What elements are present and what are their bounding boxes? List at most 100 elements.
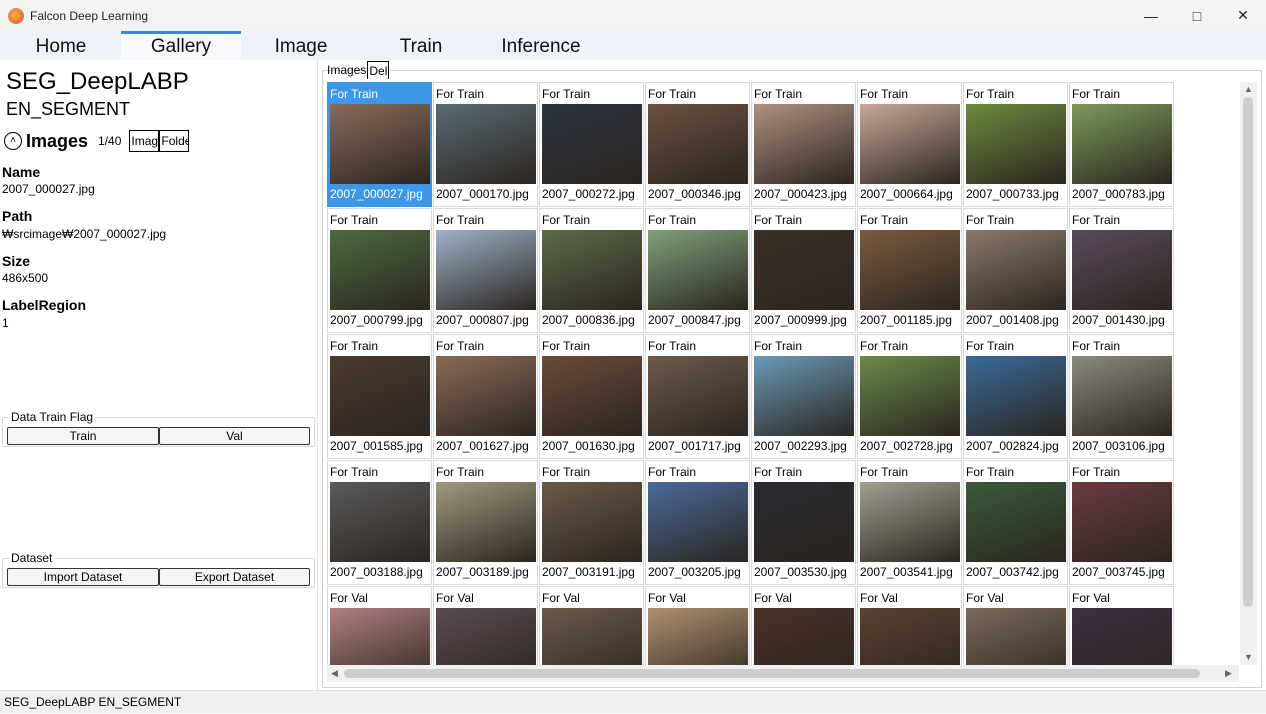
image-thumbnail[interactable] (754, 356, 854, 436)
gallery-item[interactable]: For Train 2007_003205.jpg (645, 460, 750, 585)
image-thumbnail[interactable] (754, 104, 854, 184)
tab-home[interactable]: Home (1, 31, 121, 60)
image-thumbnail[interactable] (754, 608, 854, 665)
image-thumbnail[interactable] (436, 482, 536, 562)
image-thumbnail[interactable] (648, 608, 748, 665)
image-thumbnail[interactable] (436, 104, 536, 184)
close-icon[interactable]: ✕ (1220, 0, 1266, 31)
gallery-item[interactable]: For Train 2007_000027.jpg (327, 82, 432, 207)
gallery-item[interactable]: For Train 2007_003745.jpg (1069, 460, 1174, 585)
image-thumbnail[interactable] (1072, 230, 1172, 310)
gallery-item[interactable]: For Train 2007_002293.jpg (751, 334, 856, 459)
scroll-left-icon[interactable]: ◀ (331, 668, 338, 679)
gallery-item[interactable]: For Train 2007_000272.jpg (539, 82, 644, 207)
image-thumbnail[interactable] (966, 104, 1066, 184)
gallery-item[interactable]: For Train 2007_001585.jpg (327, 334, 432, 459)
image-thumbnail[interactable] (966, 482, 1066, 562)
image-thumbnail[interactable] (330, 104, 430, 184)
minimize-icon[interactable]: — (1128, 0, 1174, 31)
gallery-item[interactable]: For Val (857, 586, 962, 665)
gallery-item[interactable]: For Train 2007_001627.jpg (433, 334, 538, 459)
gallery-item[interactable]: For Val (645, 586, 750, 665)
gallery-item[interactable]: For Val (963, 586, 1068, 665)
add-folder-button[interactable]: Folde (159, 130, 190, 152)
tab-images[interactable]: Images (326, 61, 367, 79)
image-thumbnail[interactable] (860, 356, 960, 436)
gallery-item[interactable]: For Train 2007_001408.jpg (963, 208, 1068, 333)
gallery-item[interactable]: For Train 2007_003541.jpg (857, 460, 962, 585)
tab-inference[interactable]: Inference (481, 31, 601, 60)
image-thumbnail[interactable] (860, 482, 960, 562)
vertical-scroll-thumb[interactable] (1243, 97, 1253, 607)
gallery-item[interactable]: For Val (751, 586, 856, 665)
gallery-item[interactable]: For Train 2007_000664.jpg (857, 82, 962, 207)
gallery-item[interactable]: For Train 2007_001630.jpg (539, 334, 644, 459)
image-thumbnail[interactable] (860, 608, 960, 665)
gallery-item[interactable]: For Train 2007_002824.jpg (963, 334, 1068, 459)
tab-gallery[interactable]: Gallery (121, 31, 241, 60)
scroll-down-icon[interactable]: ▼ (1244, 652, 1253, 662)
gallery-item[interactable]: For Train 2007_000346.jpg (645, 82, 750, 207)
image-thumbnail[interactable] (436, 356, 536, 436)
image-thumbnail[interactable] (542, 230, 642, 310)
horizontal-scrollbar[interactable]: ◀ ▶ (327, 665, 1239, 682)
image-thumbnail[interactable] (542, 482, 642, 562)
image-thumbnail[interactable] (1072, 104, 1172, 184)
horizontal-scroll-thumb[interactable] (344, 669, 1200, 678)
collapse-chevron-icon[interactable]: ˄ (4, 132, 22, 150)
image-thumbnail[interactable] (542, 356, 642, 436)
gallery-item[interactable]: For Train 2007_000999.jpg (751, 208, 856, 333)
gallery-item[interactable]: For Train 2007_003742.jpg (963, 460, 1068, 585)
image-thumbnail[interactable] (648, 104, 748, 184)
image-thumbnail[interactable] (754, 230, 854, 310)
image-thumbnail[interactable] (648, 482, 748, 562)
gallery-item[interactable]: For Train 2007_003189.jpg (433, 460, 538, 585)
gallery-item[interactable]: For Train 2007_000799.jpg (327, 208, 432, 333)
gallery-item[interactable]: For Train 2007_002728.jpg (857, 334, 962, 459)
val-flag-button[interactable]: Val (159, 427, 310, 445)
gallery-item[interactable]: For Val (539, 586, 644, 665)
gallery-item[interactable]: For Train 2007_001717.jpg (645, 334, 750, 459)
scroll-right-icon[interactable]: ▶ (1225, 668, 1232, 679)
maximize-icon[interactable]: □ (1174, 0, 1220, 31)
gallery-item[interactable]: For Train 2007_001430.jpg (1069, 208, 1174, 333)
gallery-item[interactable]: For Train 2007_003191.jpg (539, 460, 644, 585)
image-thumbnail[interactable] (330, 230, 430, 310)
vertical-scrollbar[interactable]: ▲ ▼ (1240, 82, 1257, 665)
image-thumbnail[interactable] (330, 482, 430, 562)
gallery-item[interactable]: For Train 2007_003188.jpg (327, 460, 432, 585)
export-dataset-button[interactable]: Export Dataset (159, 568, 310, 586)
tab-image[interactable]: Image (241, 31, 361, 60)
gallery-item[interactable]: For Train 2007_000783.jpg (1069, 82, 1174, 207)
gallery-item[interactable]: For Train 2007_000807.jpg (433, 208, 538, 333)
image-thumbnail[interactable] (648, 230, 748, 310)
gallery-item[interactable]: For Train 2007_000733.jpg (963, 82, 1068, 207)
image-thumbnail[interactable] (860, 104, 960, 184)
add-image-button[interactable]: Imag (129, 130, 160, 152)
gallery-item[interactable]: For Val (327, 586, 432, 665)
gallery-item[interactable]: For Train 2007_000423.jpg (751, 82, 856, 207)
image-thumbnail[interactable] (542, 104, 642, 184)
image-thumbnail[interactable] (330, 608, 430, 665)
gallery-item[interactable]: For Val (433, 586, 538, 665)
gallery-item[interactable]: For Train 2007_003106.jpg (1069, 334, 1174, 459)
image-thumbnail[interactable] (648, 356, 748, 436)
train-flag-button[interactable]: Train (7, 427, 159, 445)
image-thumbnail[interactable] (1072, 608, 1172, 665)
gallery-item[interactable]: For Train 2007_000836.jpg (539, 208, 644, 333)
scroll-up-icon[interactable]: ▲ (1244, 84, 1253, 94)
tab-train[interactable]: Train (361, 31, 481, 60)
image-thumbnail[interactable] (860, 230, 960, 310)
gallery-item[interactable]: For Val (1069, 586, 1174, 665)
image-thumbnail[interactable] (436, 608, 536, 665)
gallery-item[interactable]: For Train 2007_001185.jpg (857, 208, 962, 333)
gallery-item[interactable]: For Train 2007_000170.jpg (433, 82, 538, 207)
image-thumbnail[interactable] (966, 608, 1066, 665)
image-thumbnail[interactable] (330, 356, 430, 436)
image-thumbnail[interactable] (1072, 356, 1172, 436)
import-dataset-button[interactable]: Import Dataset (7, 568, 159, 586)
delete-button[interactable]: Del (367, 61, 390, 79)
image-thumbnail[interactable] (436, 230, 536, 310)
image-thumbnail[interactable] (542, 608, 642, 665)
image-thumbnail[interactable] (1072, 482, 1172, 562)
